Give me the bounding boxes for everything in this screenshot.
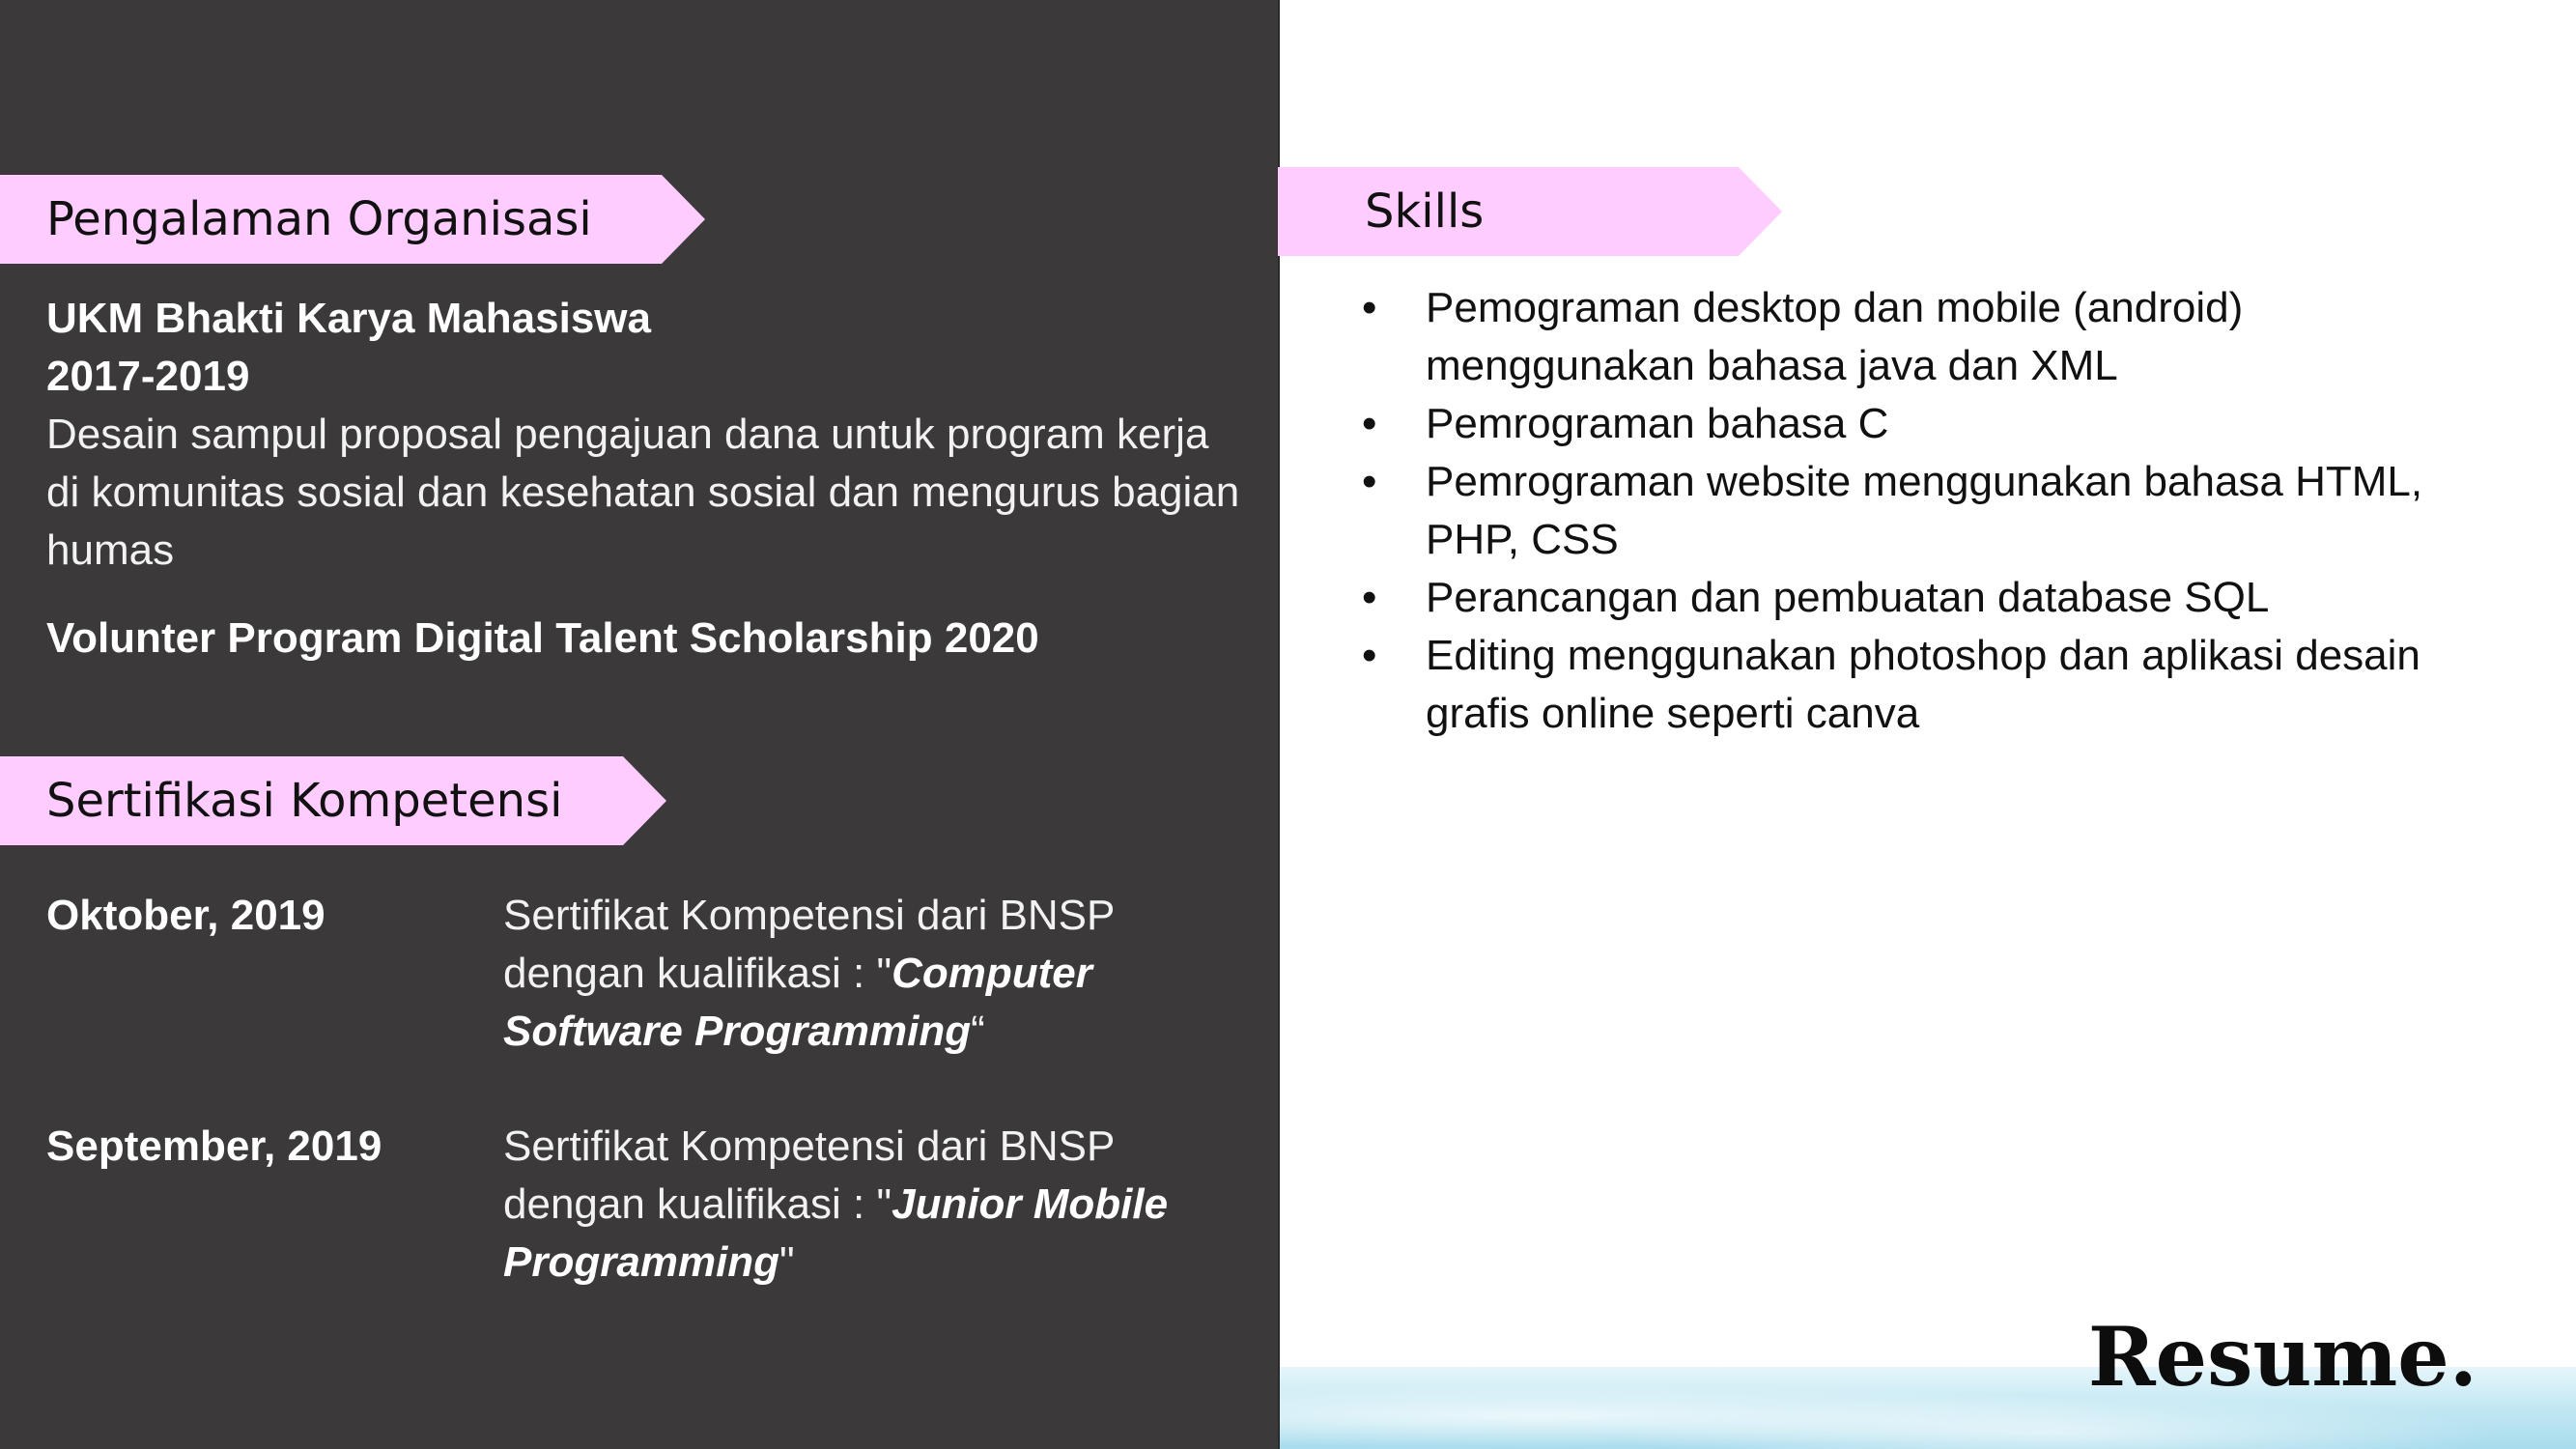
skill-item: Pemrograman bahasa C	[1362, 395, 2502, 453]
certification-date: Oktober, 2019	[46, 892, 326, 939]
certification-heading: Sertifikasi Kompetensi	[0, 756, 666, 845]
skills-heading: Skills	[1278, 167, 1782, 256]
skill-item: Pemrograman website menggunakan bahasa H…	[1362, 453, 2502, 569]
skills-list: Pemograman desktop dan mobile (android) …	[1362, 279, 2502, 743]
certification-description: Sertifikat Kompetensi dari BNSP dengan k…	[503, 1118, 1257, 1292]
certification-date: September, 2019	[46, 1122, 382, 1170]
certification-description: Sertifikat Kompetensi dari BNSP dengan k…	[503, 887, 1257, 1061]
organization-heading: Pengalaman Organisasi	[0, 175, 705, 264]
skill-item: Editing menggunakan photoshop dan aplika…	[1362, 627, 2502, 743]
organization-description: Desain sampul proposal pengajuan dana un…	[46, 411, 1240, 574]
certification-closing: "	[779, 1238, 795, 1286]
resume-logo: Resume.	[2087, 1309, 2477, 1405]
organization-name: UKM Bhakti Karya Mahasiswa	[46, 295, 651, 342]
organization-period: 2017-2019	[46, 353, 250, 400]
organization-volunteer: Volunter Program Digital Talent Scholars…	[46, 614, 1039, 662]
skill-item: Pemograman desktop dan mobile (android) …	[1362, 279, 2502, 395]
certification-closing: “	[971, 1008, 985, 1055]
skill-item: Perancangan dan pembuatan database SQL	[1362, 569, 2502, 627]
organization-entry: UKM Bhakti Karya Mahasiswa 2017-2019 Des…	[46, 290, 1244, 580]
